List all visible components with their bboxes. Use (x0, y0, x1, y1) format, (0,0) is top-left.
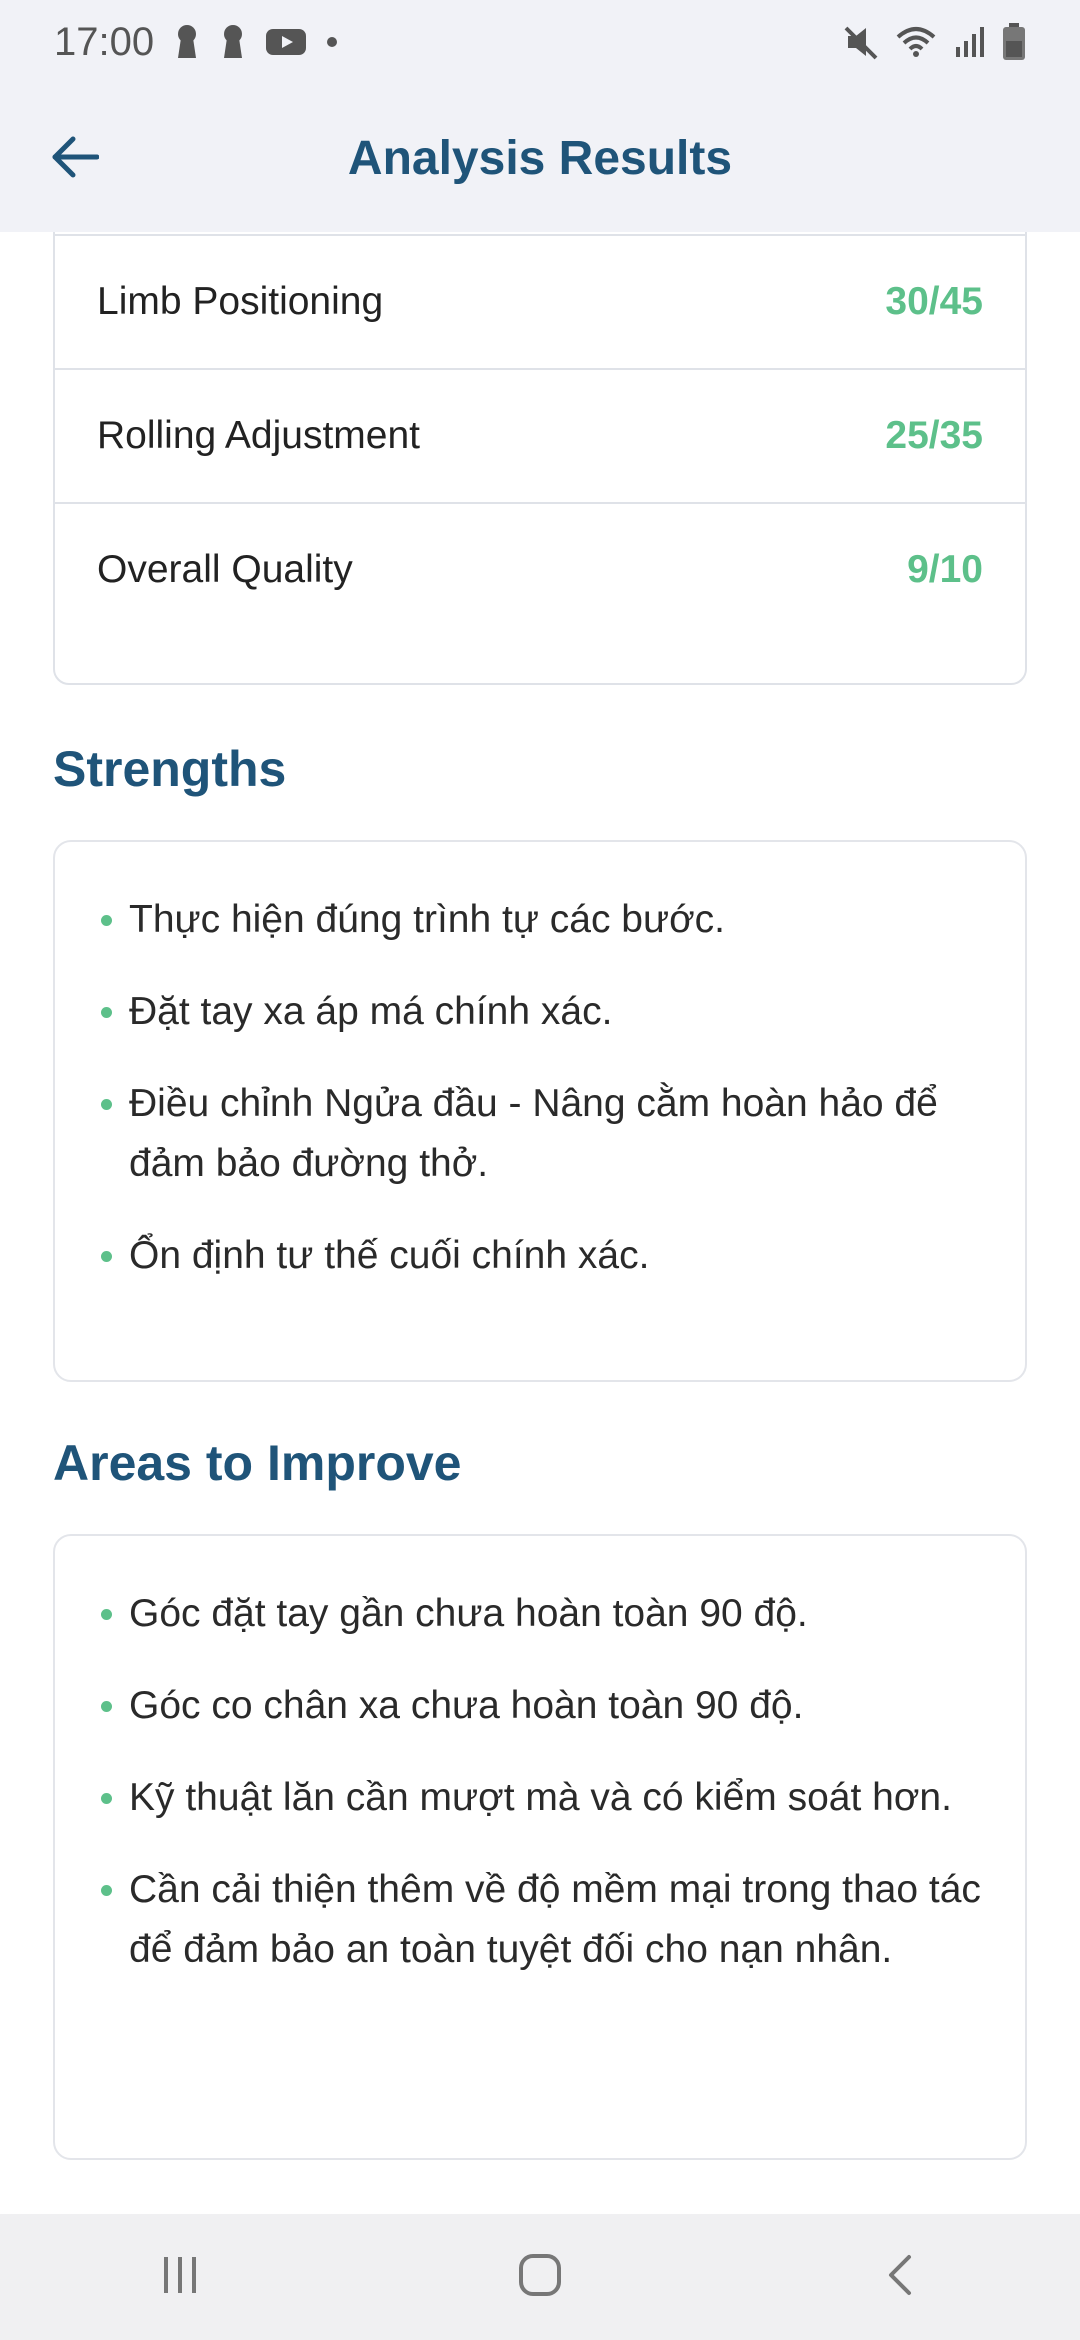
recent-apps-icon (158, 2253, 202, 2302)
bullet-icon (101, 1251, 112, 1262)
keyhole-icon (220, 24, 246, 60)
score-value: 30/45 (885, 280, 983, 323)
status-right (844, 23, 1026, 61)
bullet-icon (101, 1007, 112, 1018)
list-item-text: Kỹ thuật lăn cần mượt mà và có kiểm soát… (129, 1776, 952, 1819)
keyhole-icon (174, 24, 200, 60)
recent-apps-button[interactable] (120, 2232, 240, 2322)
score-label: Rolling Adjustment (97, 414, 421, 457)
battery-icon (1002, 23, 1026, 61)
mute-icon (844, 24, 878, 60)
app-bar: Analysis Results (0, 84, 1080, 232)
bullet-icon (101, 1885, 112, 1896)
status-bar: 17:00 (0, 0, 1080, 84)
list-item-text: Góc đặt tay gần chưa hoàn toàn 90 độ. (129, 1592, 808, 1635)
score-value: 25/35 (885, 414, 983, 457)
list-item: Cần cải thiện thêm về độ mềm mại trong t… (99, 1860, 985, 1980)
list-item: Góc co chân xa chưa hoàn toàn 90 độ. (99, 1676, 985, 1736)
dot-icon (326, 36, 338, 48)
wifi-icon (896, 25, 936, 59)
back-nav-button[interactable] (840, 2232, 960, 2322)
signal-icon (954, 25, 984, 59)
page-title: Analysis Results (347, 131, 733, 185)
bullet-icon (101, 1701, 112, 1712)
youtube-icon (266, 27, 307, 57)
back-button[interactable] (40, 124, 110, 194)
bullet-icon (101, 1099, 112, 1110)
home-button[interactable] (480, 2232, 600, 2322)
improve-list: Góc đặt tay gần chưa hoàn toàn 90 độ. Gó… (99, 1584, 985, 1980)
score-label: Overall Quality (97, 548, 353, 591)
bullet-icon (101, 915, 112, 926)
list-item-text: Điều chỉnh Ngửa đầu - Nâng cằm hoàn hảo … (129, 1082, 938, 1185)
list-item: Góc đặt tay gần chưa hoàn toàn 90 độ. (99, 1584, 985, 1644)
results-content[interactable]: Limb Positioning 30/45 Rolling Adjustmen… (0, 232, 1080, 2214)
list-item: Kỹ thuật lăn cần mượt mà và có kiểm soát… (99, 1768, 985, 1828)
arrow-left-icon (51, 135, 100, 184)
bullet-icon (101, 1793, 112, 1804)
status-left: 17:00 (54, 20, 338, 65)
improve-card: Góc đặt tay gần chưa hoàn toàn 90 độ. Gó… (53, 1534, 1027, 2160)
areas-to-improve-title: Areas to Improve (53, 1435, 462, 1491)
status-time: 17:00 (54, 19, 155, 64)
strengths-title: Strengths (53, 741, 287, 797)
strengths-list: Thực hiện đúng trình tự các bước. Đặt ta… (99, 890, 985, 1286)
list-item-text: Thực hiện đúng trình tự các bước. (129, 898, 726, 941)
list-item: Ổn định tư thế cuối chính xác. (99, 1226, 985, 1286)
back-icon (885, 2253, 915, 2302)
list-item-text: Cần cải thiện thêm về độ mềm mại trong t… (129, 1868, 981, 1971)
list-item-text: Đặt tay xa áp má chính xác. (129, 990, 613, 1033)
score-row-overall-quality: Overall Quality 9/10 (55, 502, 1025, 636)
list-item-text: Ổn định tư thế cuối chính xác. (129, 1234, 650, 1277)
score-label: Limb Positioning (97, 280, 384, 323)
list-item: Điều chỉnh Ngửa đầu - Nâng cằm hoàn hảo … (99, 1074, 985, 1194)
score-card: Limb Positioning 30/45 Rolling Adjustmen… (53, 232, 1027, 685)
list-item-text: Góc co chân xa chưa hoàn toàn 90 độ. (129, 1684, 804, 1727)
score-row-limb-positioning: Limb Positioning 30/45 (55, 234, 1025, 368)
score-value: 9/10 (907, 548, 983, 591)
score-row-rolling-adjustment: Rolling Adjustment 25/35 (55, 368, 1025, 502)
list-item: Đặt tay xa áp má chính xác. (99, 982, 985, 1042)
home-icon (517, 2252, 563, 2303)
strengths-card: Thực hiện đúng trình tự các bước. Đặt ta… (53, 840, 1027, 1382)
list-item: Thực hiện đúng trình tự các bước. (99, 890, 985, 950)
bullet-icon (101, 1609, 112, 1620)
system-nav-bar (0, 2214, 1080, 2340)
